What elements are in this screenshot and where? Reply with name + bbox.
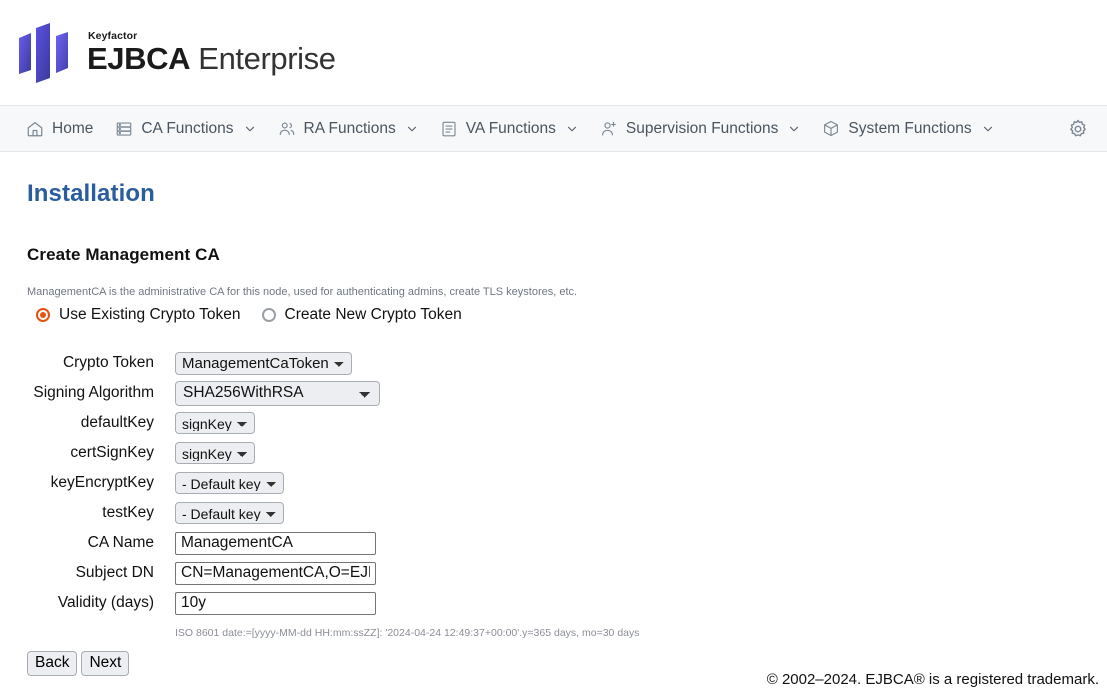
gear-icon[interactable] (1067, 118, 1089, 140)
person-add-icon (600, 120, 618, 138)
main-content: Installation Create Management CA Manage… (0, 180, 1107, 676)
home-icon (26, 120, 44, 138)
nav-item-ca-functions[interactable]: CA Functions (107, 114, 269, 144)
subject-dn-input[interactable] (175, 562, 376, 585)
form-row-subject-dn: Subject DN (27, 558, 1107, 588)
app-header: Keyfactor EJBCA Enterprise (0, 0, 1107, 105)
chevron-down-icon[interactable] (244, 123, 256, 135)
nav-item-ca-functions-label: CA Functions (141, 120, 233, 138)
people-icon (278, 120, 296, 138)
back-button[interactable]: Back (27, 651, 77, 676)
next-button[interactable]: Next (81, 651, 129, 676)
form-row-key-encrypt-key: keyEncryptKey - Default key (27, 468, 1107, 498)
create-management-ca-form: Crypto Token ManagementCaToken Signing A… (27, 348, 1107, 676)
field-crypto-token: ManagementCaToken (175, 352, 352, 375)
field-ca-name (175, 532, 376, 555)
label-test-key: testKey (27, 504, 154, 522)
nav-item-va-functions[interactable]: VA Functions (432, 114, 592, 144)
label-key-encrypt-key: keyEncryptKey (27, 474, 154, 492)
test-key-select[interactable]: - Default key (175, 502, 284, 524)
form-row-test-key: testKey - Default key (27, 498, 1107, 528)
nav-item-supervision-functions[interactable]: Supervision Functions (592, 114, 815, 144)
validity-format-hint: ISO 8601 date:=[yyyy-MM-dd HH:mm:ssZZ]: … (175, 627, 1107, 639)
chevron-down-icon[interactable] (982, 123, 994, 135)
field-signing-algorithm: SHA256WithRSA (175, 381, 380, 406)
footer-copyright: © 2002–2024. EJBCA® is a registered trad… (767, 671, 1099, 688)
field-cert-sign-key: signKey (175, 442, 255, 464)
crypto-token-select[interactable]: ManagementCaToken (175, 352, 352, 375)
nav-item-home[interactable]: Home (18, 114, 107, 144)
field-test-key: - Default key (175, 502, 284, 524)
brand-name-light: Enterprise (190, 41, 336, 76)
label-subject-dn: Subject DN (27, 564, 154, 582)
signing-algorithm-select[interactable]: SHA256WithRSA (175, 381, 380, 406)
app-page: Keyfactor EJBCA Enterprise Home (0, 0, 1107, 694)
document-icon (440, 120, 458, 138)
label-validity: Validity (days) (27, 594, 154, 612)
form-row-cert-sign-key: certSignKey signKey (27, 438, 1107, 468)
nav-item-ra-functions-label: RA Functions (304, 120, 396, 138)
ca-name-input[interactable] (175, 532, 376, 555)
brand-wordmark: Keyfactor EJBCA Enterprise (87, 31, 336, 75)
radio-unselected-icon[interactable] (262, 308, 276, 322)
nav-item-system-functions[interactable]: System Functions (814, 114, 1007, 144)
section-helper-text: ManagementCA is the administrative CA fo… (27, 286, 1107, 298)
default-key-select[interactable]: signKey (175, 412, 255, 434)
label-signing-algorithm: Signing Algorithm (27, 384, 154, 402)
form-row-ca-name: CA Name (27, 528, 1107, 558)
radio-use-existing-crypto-token-label: Use Existing Crypto Token (59, 306, 241, 324)
form-row-validity: Validity (days) (27, 588, 1107, 618)
nav-item-home-label: Home (52, 120, 93, 138)
label-cert-sign-key: certSignKey (27, 444, 154, 462)
label-crypto-token: Crypto Token (27, 354, 154, 372)
brand-name-bold: EJBCA (87, 41, 190, 76)
field-subject-dn (175, 562, 376, 585)
brand-superscript: Keyfactor (88, 31, 336, 42)
crypto-token-mode-radio-group: Use Existing Crypto Token Create New Cry… (36, 306, 1107, 324)
cert-sign-key-select[interactable]: signKey (175, 442, 255, 464)
cube-icon (822, 120, 840, 138)
section-title: Create Management CA (27, 245, 1107, 265)
radio-create-new-crypto-token[interactable]: Create New Crypto Token (262, 306, 462, 324)
key-encrypt-key-select[interactable]: - Default key (175, 472, 284, 494)
form-row-default-key: defaultKey signKey (27, 408, 1107, 438)
nav-item-ra-functions[interactable]: RA Functions (270, 114, 432, 144)
chevron-down-icon[interactable] (406, 123, 418, 135)
ejbca-bars-logo-icon (17, 22, 73, 84)
radio-use-existing-crypto-token[interactable]: Use Existing Crypto Token (36, 306, 241, 324)
page-title: Installation (27, 180, 1107, 208)
field-validity (175, 592, 376, 615)
nav-item-supervision-functions-label: Supervision Functions (626, 120, 779, 138)
main-navigation: Home CA Functions (0, 105, 1107, 152)
radio-selected-icon[interactable] (36, 308, 50, 322)
chevron-down-icon[interactable] (788, 123, 800, 135)
nav-item-system-functions-label: System Functions (848, 120, 971, 138)
form-row-signing-algorithm: Signing Algorithm SHA256WithRSA (27, 378, 1107, 408)
chevron-down-icon[interactable] (566, 123, 578, 135)
brand-logo: Keyfactor EJBCA Enterprise (17, 22, 336, 84)
label-default-key: defaultKey (27, 414, 154, 432)
field-default-key: signKey (175, 412, 255, 434)
field-key-encrypt-key: - Default key (175, 472, 284, 494)
radio-create-new-crypto-token-label: Create New Crypto Token (285, 306, 462, 324)
label-ca-name: CA Name (27, 534, 154, 552)
form-row-crypto-token: Crypto Token ManagementCaToken (27, 348, 1107, 378)
brand-name: EJBCA Enterprise (87, 43, 336, 74)
validity-input[interactable] (175, 592, 376, 615)
nav-item-va-functions-label: VA Functions (466, 120, 556, 138)
server-stack-icon (115, 120, 133, 138)
